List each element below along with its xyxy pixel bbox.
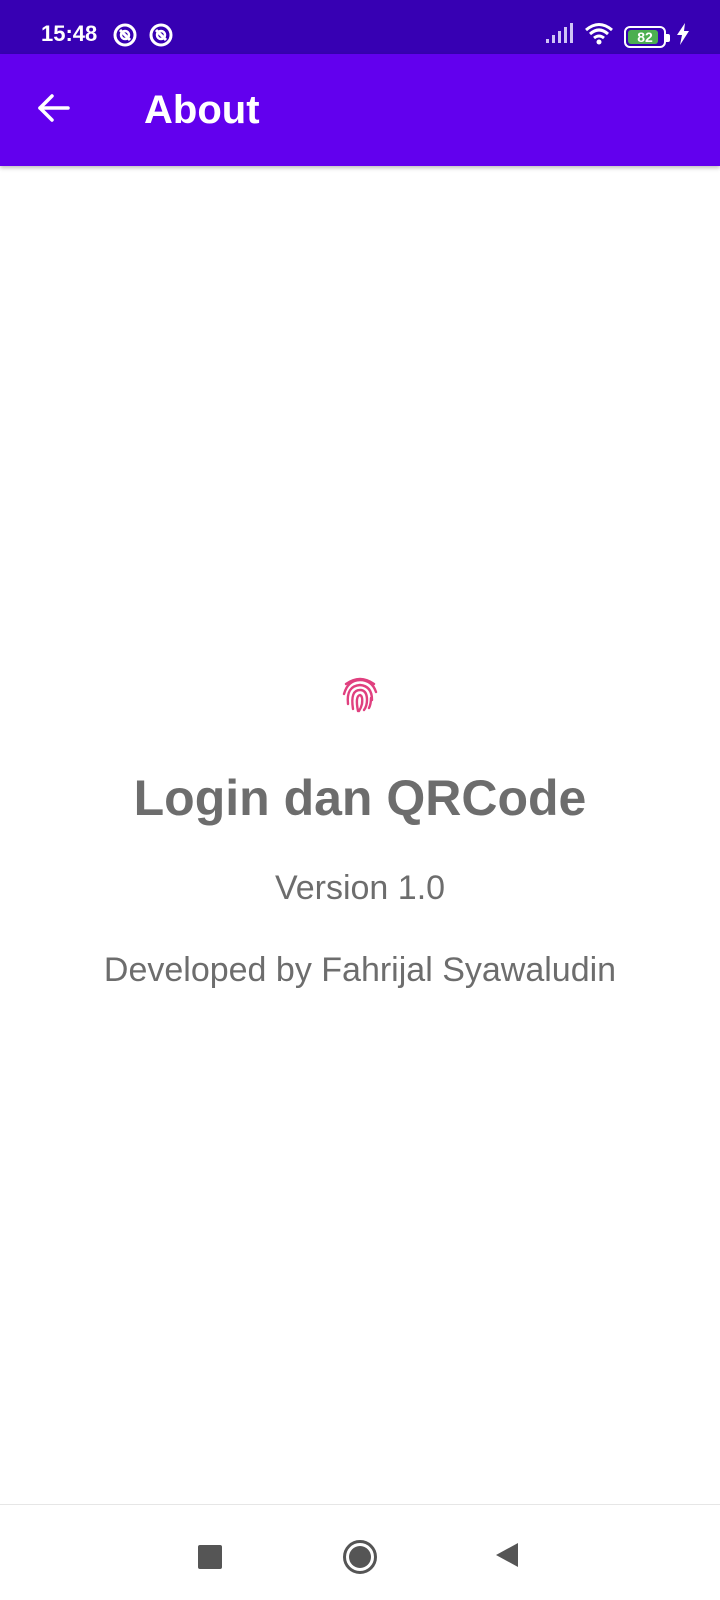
about-screen: 15:48 82 About Login dan QRCode Version … [0,0,720,1600]
wifi-icon [584,22,614,51]
app-version: Version 1.0 [274,869,446,907]
recents-icon [198,1545,222,1569]
notification-icon [148,22,174,53]
battery-level: 82 [637,28,653,45]
status-time: 15:48 [41,21,98,46]
developer-credit: Developed by Fahrijal Syawaludin [103,951,617,989]
battery-icon: 82 [624,25,670,48]
charging-icon [676,23,690,50]
recents-button[interactable] [178,1525,242,1589]
app-name: Login dan QRCode [133,770,587,826]
home-button[interactable] [328,1525,392,1589]
app-bar: About [0,54,720,166]
arrow-back-icon [36,90,72,131]
notification-icon [112,22,138,53]
page-title: About [144,88,260,132]
navigation-bar [0,1504,720,1600]
signal-icon [546,23,574,50]
status-system-icons: 82 [546,22,690,51]
about-content: Login dan QRCode Version 1.0 Developed b… [0,166,720,1504]
status-notification-icons [112,22,174,53]
back-triangle-icon [494,1541,520,1574]
nav-back-button[interactable] [475,1525,539,1589]
back-button[interactable] [26,82,82,138]
battery-tip [666,33,670,42]
home-icon [343,1540,377,1574]
status-bar: 15:48 82 [0,0,720,54]
fingerprint-icon [340,674,380,714]
